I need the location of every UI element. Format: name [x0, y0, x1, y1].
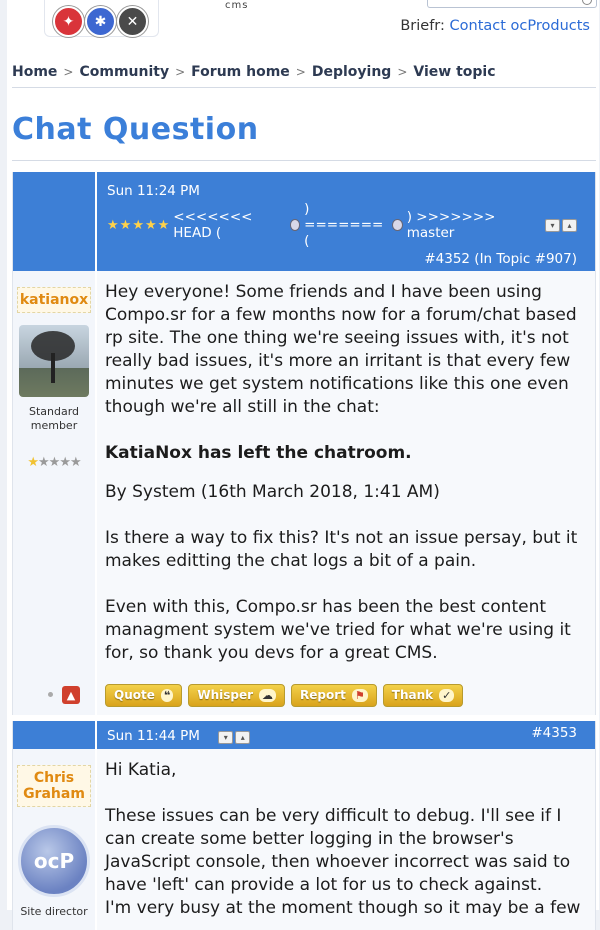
post-content: Hi Katia, These issues can be very diffi… [97, 749, 595, 930]
poster-details: katianox Standard member ★★★★★ [13, 271, 97, 675]
back-to-top-icon[interactable]: ▲ [62, 686, 80, 704]
divider [12, 160, 596, 161]
avatar[interactable]: ocP [18, 825, 90, 897]
tools-icon: ✕ [117, 6, 148, 37]
post-permalink[interactable]: #4352 (In Topic #907) [424, 251, 577, 267]
thumbs-up-icon[interactable]: ▴ [235, 731, 251, 744]
online-status-icon [48, 692, 53, 697]
chat-notice: KatiaNox has left the chatroom. [105, 443, 412, 463]
post-body: katianox Standard member ★★★★★ Hey every… [12, 271, 596, 675]
post-content: Hey everyone! Some friends and I have be… [97, 271, 595, 675]
briefr: Briefr: Contact ocProducts [400, 18, 590, 34]
breadcrumb: Home > Community > Forum home > Deployin… [12, 57, 596, 88]
thumbs-down-icon[interactable]: ▾ [218, 731, 234, 744]
page: ✦ ✱ ✕ cms Briefr: Contact ocProducts Hom… [7, 0, 599, 930]
contact-link[interactable]: Contact ocProducts [450, 18, 590, 34]
breadcrumb-community[interactable]: Community [79, 64, 169, 80]
post-paragraph: Hi Katia, [105, 760, 177, 780]
post-paragraph: Is there a way to fix this? It's not an … [105, 528, 578, 571]
quote-icon: ❝ [160, 688, 174, 702]
post-rating: ▾ ▴ [545, 218, 577, 232]
breadcrumb-deploying[interactable]: Deploying [312, 64, 391, 80]
post-permalink[interactable]: #4353 [531, 725, 577, 741]
smiley-icon [289, 219, 301, 231]
briefr-label: Briefr: [400, 18, 445, 34]
post-list: Sun 11:24 PM ★ ★ ★ ★ ★ <<<<<<< HEAD ( ) ====… [12, 172, 596, 930]
post-rating: ▾ ▴ [218, 731, 251, 744]
search-icon[interactable] [582, 0, 592, 5]
breadcrumb-separator: > [63, 65, 74, 79]
author-link[interactable]: katianox [17, 287, 91, 313]
breadcrumb-separator: > [397, 65, 408, 79]
rating-stars: ★ ★ ★ ★ ★ [107, 217, 170, 233]
post-paragraph: Hey everyone! Some friends and I have be… [105, 282, 577, 417]
post-body: Chris Graham ocP Site director Hi Katia,… [12, 749, 596, 930]
report-button[interactable]: Report ⚑ [291, 683, 377, 707]
poster-details: Chris Graham ocP Site director [13, 749, 97, 930]
post-paragraph: I'm very busy at the moment though so it… [105, 898, 581, 918]
post-actions: ▲ Quote ❝ Whisper ☁ Report ⚑ Thank ✓ [12, 675, 596, 715]
red-app-icon: ✦ [53, 6, 84, 37]
post-paragraph: Even with this, Compo.sr has been the be… [105, 597, 571, 663]
thank-icon: ✓ [439, 688, 455, 702]
merge-text-head: <<<<<<< HEAD ( [173, 209, 253, 241]
breadcrumb-separator: > [175, 65, 186, 79]
merge-text-end: ) >>>>>>> master [406, 209, 496, 241]
page-title: Chat Question [12, 112, 259, 147]
flag-icon: ⚑ [351, 688, 368, 702]
author-link[interactable]: Chris Graham [17, 765, 91, 807]
post-header: Sun 11:24 PM ★ ★ ★ ★ ★ <<<<<<< HEAD ( ) ====… [12, 172, 596, 271]
post-header: Sun 11:44 PM ▾ ▴ #4353 [12, 721, 596, 749]
blue-app-icon: ✱ [85, 6, 116, 37]
rank-stars-icon: ★★★★★ [27, 455, 81, 470]
site-logo[interactable]: ✦ ✱ ✕ [44, 0, 159, 37]
logo-text: cms [225, 0, 249, 11]
search-input[interactable] [427, 0, 597, 8]
post-time: Sun 11:24 PM [107, 183, 200, 199]
avatar[interactable] [19, 325, 89, 397]
whisper-icon: ☁ [259, 688, 277, 702]
breadcrumb-view-topic: View topic [413, 64, 496, 80]
thumbs-up-icon[interactable]: ▴ [562, 218, 577, 232]
thank-button[interactable]: Thank ✓ [382, 683, 464, 707]
breadcrumb-home[interactable]: Home [12, 64, 57, 80]
breadcrumb-forum-home[interactable]: Forum home [191, 64, 290, 80]
thumbs-down-icon[interactable]: ▾ [545, 218, 560, 232]
quote-button[interactable]: Quote ❝ [105, 683, 183, 707]
user-title: Standard member [28, 405, 80, 432]
smiley-icon [392, 219, 403, 231]
post-paragraph: These issues can be very difficult to de… [105, 806, 571, 895]
breadcrumb-separator: > [295, 65, 306, 79]
post-merge-line: ★ ★ ★ ★ ★ <<<<<<< HEAD ( ) ======= ( ) >>>>>… [107, 201, 577, 249]
user-title: Site director [20, 905, 88, 918]
post-paragraph: By System (16th March 2018, 1:41 AM) [105, 482, 440, 502]
merge-text-mid: ) ======= ( [304, 201, 384, 249]
whisper-button[interactable]: Whisper ☁ [188, 683, 286, 707]
post-time: Sun 11:44 PM [107, 728, 200, 744]
